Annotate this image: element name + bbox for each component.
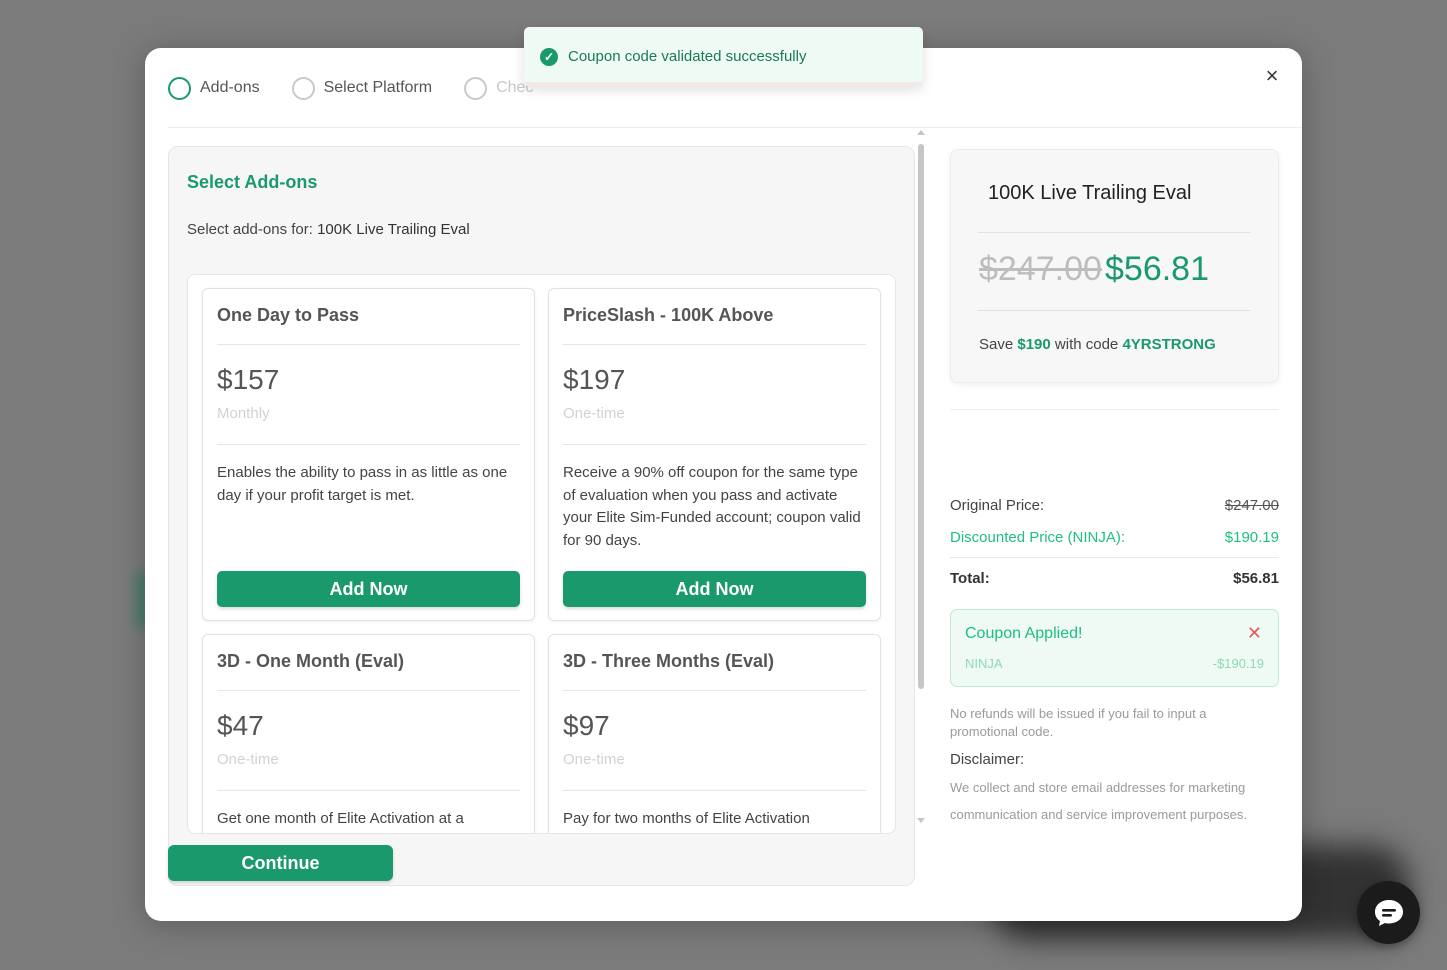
order-summary-card: 100K Live Trailing Eval $247.00 $56.81 S… (950, 149, 1279, 383)
divider (217, 690, 520, 691)
disclaimer-text: We collect and store email addresses for… (950, 780, 1247, 822)
addon-card-priceslash: PriceSlash - 100K Above $197 One-time Re… (548, 288, 881, 621)
original-price-row: Original Price: $247.00 (950, 497, 1279, 514)
summary-old-price: $247.00 (979, 250, 1102, 288)
divider (217, 444, 520, 445)
addon-period: Monthly (217, 405, 270, 422)
original-price-value: $247.00 (1224, 497, 1279, 514)
step-label: Select Platform (323, 79, 433, 96)
refund-notice: No refunds will be issued if you fail to… (950, 706, 1207, 739)
coupon-applied-box: Coupon Applied! ✕ NINJA -$190.19 (950, 609, 1279, 687)
discount-price-value: $190.19 (1224, 529, 1279, 546)
continue-button[interactable]: Continue (168, 845, 393, 881)
step-circle-icon (464, 76, 488, 100)
divider (217, 790, 520, 791)
savings-code: 4YRSTRONG (1122, 336, 1216, 353)
scrollbar[interactable] (917, 130, 925, 825)
addon-card-one-day-to-pass: One Day to Pass $157 Monthly Enables the… (202, 288, 535, 621)
step-select-platform[interactable]: Select Platform (291, 76, 433, 100)
original-price-label: Original Price: (950, 497, 1045, 514)
step-add-ons[interactable]: Add-ons (168, 76, 260, 100)
scrollbar-thumb[interactable] (918, 144, 924, 689)
subtitle-product: 100K Live Trailing Eval (317, 221, 470, 238)
total-label: Total: (950, 570, 990, 587)
add-now-button[interactable]: Add Now (217, 571, 520, 607)
addon-title: PriceSlash - 100K Above (563, 305, 774, 325)
divider (978, 310, 1251, 311)
divider (563, 444, 866, 445)
divider (950, 409, 1279, 410)
divider (217, 344, 520, 345)
coupon-code: NINJA (965, 656, 1003, 671)
addon-title: 3D - Three Months (Eval) (563, 651, 775, 671)
stepper: Add-ons Select Platform Chec (168, 76, 565, 100)
chat-button[interactable] (1357, 881, 1420, 944)
addon-price: $197 (563, 364, 626, 395)
add-now-button[interactable]: Add Now (563, 571, 866, 607)
savings-mid: with code (1050, 336, 1123, 353)
addon-card-3d-three-months: 3D - Three Months (Eval) $97 One-time Pa… (548, 634, 881, 833)
close-icon[interactable]: × (1262, 65, 1282, 87)
addons-panel: Select Add-ons Select add-ons for: 100K … (168, 146, 915, 886)
addon-period: One-time (563, 405, 625, 422)
coupon-amount: -$190.19 (1212, 656, 1264, 671)
toast-message: Coupon code validated successfully (568, 48, 807, 65)
addon-price: $157 (217, 364, 280, 395)
addon-description: Enables the ability to pass in as little… (217, 464, 508, 504)
step-label: Add-ons (200, 79, 260, 96)
addons-subtitle: Select add-ons for: 100K Live Trailing E… (187, 221, 470, 238)
addons-title: Select Add-ons (187, 172, 318, 192)
summary-product-title: 100K Live Trailing Eval (988, 182, 1192, 204)
addon-price: $47 (217, 710, 264, 741)
divider (950, 557, 1279, 558)
divider (978, 232, 1251, 233)
remove-coupon-icon[interactable]: ✕ (1247, 623, 1262, 644)
step-circle-icon (291, 76, 315, 100)
summary-new-price: $56.81 (1105, 250, 1209, 288)
scroll-down-icon[interactable] (917, 818, 925, 823)
addon-price: $97 (563, 710, 610, 741)
addon-cards-list[interactable]: One Day to Pass $157 Monthly Enables the… (187, 274, 896, 834)
divider (563, 690, 866, 691)
savings-note: Save $190 with code 4YRSTRONG (979, 336, 1216, 353)
scroll-up-icon[interactable] (917, 130, 925, 135)
addon-title: 3D - One Month (Eval) (217, 651, 405, 671)
coupon-title: Coupon Applied! (965, 625, 1083, 642)
divider (168, 127, 1302, 128)
savings-prefix: Save (979, 336, 1018, 353)
success-toast: ✓ Coupon code validated successfully (524, 27, 923, 86)
total-row: Total: $56.81 (950, 570, 1279, 587)
total-value: $56.81 (1233, 570, 1279, 587)
addon-title: One Day to Pass (217, 305, 360, 325)
discount-price-label: Discounted Price (NINJA): (950, 529, 1126, 546)
savings-amount: $190 (1017, 336, 1051, 353)
addon-description: Receive a 90% off coupon for the same ty… (563, 464, 861, 549)
addon-period: One-time (563, 751, 625, 768)
subtitle-prefix: Select add-ons for: (187, 221, 318, 238)
addon-description: Get one month of Elite Activation at a (217, 810, 464, 827)
step-circle-icon (168, 76, 191, 100)
discount-price-row: Discounted Price (NINJA): $190.19 (950, 529, 1279, 546)
check-circle-icon: ✓ (540, 47, 558, 66)
disclaimer-title: Disclaimer: (950, 751, 1025, 768)
checkout-modal: × Add-ons Select Platform Chec Select Ad… (145, 48, 1302, 921)
divider (563, 344, 866, 345)
divider (563, 790, 866, 791)
chat-icon (1374, 899, 1403, 926)
addon-description: Pay for two months of Elite Activation (563, 810, 810, 827)
addon-card-3d-one-month: 3D - One Month (Eval) $47 One-time Get o… (202, 634, 535, 833)
addon-period: One-time (217, 751, 279, 768)
